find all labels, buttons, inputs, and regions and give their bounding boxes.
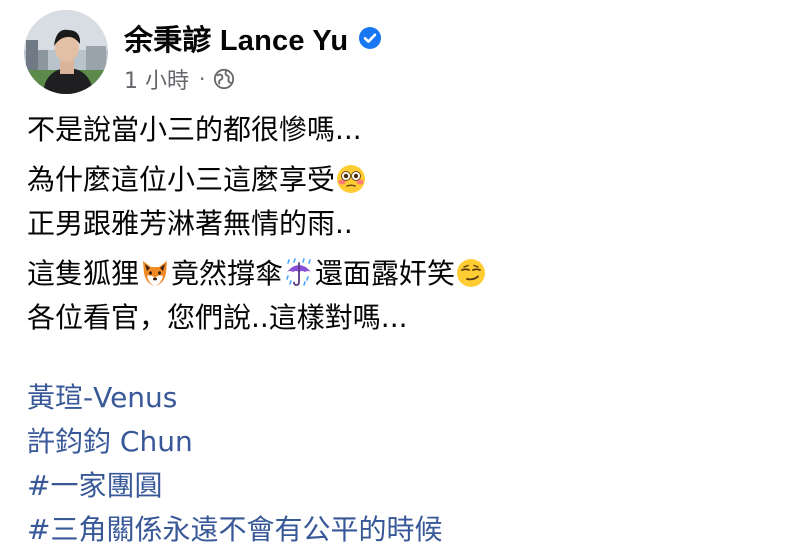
mention-link[interactable]: 黃瑄-Venus [27, 376, 787, 420]
post-line: 為什麼這位小三這麼享受 [27, 158, 787, 202]
post-text: 不是說當小三的都很慘嗎... 為什麼這位小三這麼享受 正男跟雅芳淋著無情的雨..… [27, 108, 787, 552]
flushed-face-emoji [336, 164, 366, 194]
hashtag-family-reunion[interactable]: #一家團圓 [27, 469, 162, 502]
verified-badge-icon [359, 27, 382, 49]
hashtag-link[interactable]: #一家團圓 [27, 464, 787, 508]
post-line-text: 不是說當小三的都很慘嗎... [27, 113, 362, 146]
mention-link[interactable]: 許鈞鈞 Chun [27, 420, 787, 464]
hashtag-love-triangle[interactable]: #三角關係永遠不會有公平的時候 [27, 513, 442, 546]
post-timestamp[interactable]: 1 小時 [124, 63, 189, 95]
smirking-face-emoji [456, 258, 486, 288]
fox-face-emoji [140, 258, 170, 288]
meta-separator: · [199, 67, 206, 91]
avatar-photo [24, 10, 108, 94]
globe-icon[interactable] [213, 68, 235, 90]
author-avatar[interactable] [24, 10, 108, 94]
author-name[interactable]: 余秉諺 Lance Yu [124, 17, 348, 59]
mention-venus[interactable]: 黃瑄-Venus [27, 381, 177, 414]
post-line: 這隻狐狸 竟然撐傘 還面露奸笑 [27, 252, 787, 296]
post-line: 不是說當小三的都很慘嗎... [27, 108, 787, 152]
author-header: 余秉諺 Lance Yu [124, 16, 382, 60]
umbrella-with-rain-emoji [284, 258, 314, 288]
post-meta: 1 小時 · [124, 64, 235, 94]
post-line-text: 各位看官，您們說..這樣對嗎... [27, 301, 408, 334]
post-line-text: 為什麼這位小三這麼享受 [27, 163, 336, 196]
hashtag-link[interactable]: #三角關係永遠不會有公平的時候 [27, 508, 787, 552]
post-line-text: 竟然撐傘 [171, 257, 284, 290]
post-line-text: 這隻狐狸 [27, 257, 140, 290]
post-line-text: 正男跟雅芳淋著無情的雨.. [27, 207, 353, 240]
mention-chun[interactable]: 許鈞鈞 Chun [27, 425, 193, 458]
post-line: 各位看官，您們說..這樣對嗎... [27, 296, 787, 340]
post-line: 正男跟雅芳淋著無情的雨.. [27, 202, 787, 246]
post-line-text: 還面露奸笑 [315, 257, 456, 290]
